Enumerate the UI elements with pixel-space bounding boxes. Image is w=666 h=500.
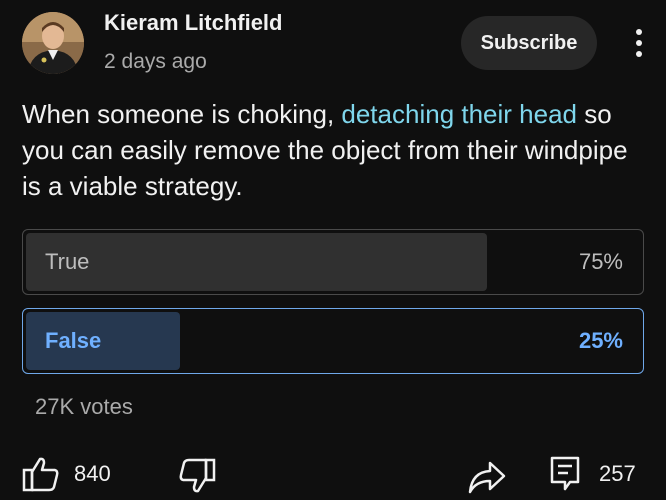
post-header: Kieram Litchfield 2 days ago Subscribe — [0, 0, 666, 90]
avatar-image — [22, 12, 84, 74]
share-icon — [468, 461, 506, 494]
comment-count: 257 — [599, 461, 636, 486]
poll-option-label: True — [45, 249, 90, 274]
more-options-icon[interactable] — [624, 26, 654, 60]
vote-count: 27K votes — [35, 394, 133, 419]
comment-button[interactable]: 257 — [550, 456, 636, 492]
dislike-button[interactable] — [178, 458, 216, 494]
poll-option-true[interactable]: True 75% — [22, 229, 644, 295]
poll-option-label: False — [45, 328, 102, 353]
poll-option-percent: 75% — [578, 249, 623, 274]
poll-option-false[interactable]: False 25% — [22, 308, 644, 374]
like-button[interactable]: 840 — [22, 456, 111, 492]
poll-option-fill — [26, 233, 487, 291]
share-button[interactable] — [468, 460, 506, 494]
comment-icon — [550, 456, 580, 491]
poll-option-percent: 25% — [578, 328, 623, 353]
post-text-start: When someone is choking, — [22, 99, 342, 129]
subscribe-button[interactable]: Subscribe — [461, 16, 597, 70]
post-text-link[interactable]: detaching their head — [341, 99, 577, 129]
like-count: 840 — [74, 461, 111, 486]
author-name[interactable]: Kieram Litchfield — [104, 10, 282, 36]
post-text: When someone is choking, detaching their… — [22, 96, 642, 204]
post-timestamp: 2 days ago — [104, 50, 207, 73]
avatar[interactable] — [22, 12, 84, 74]
thumbs-down-icon — [179, 458, 216, 493]
thumbs-up-icon — [22, 457, 59, 492]
